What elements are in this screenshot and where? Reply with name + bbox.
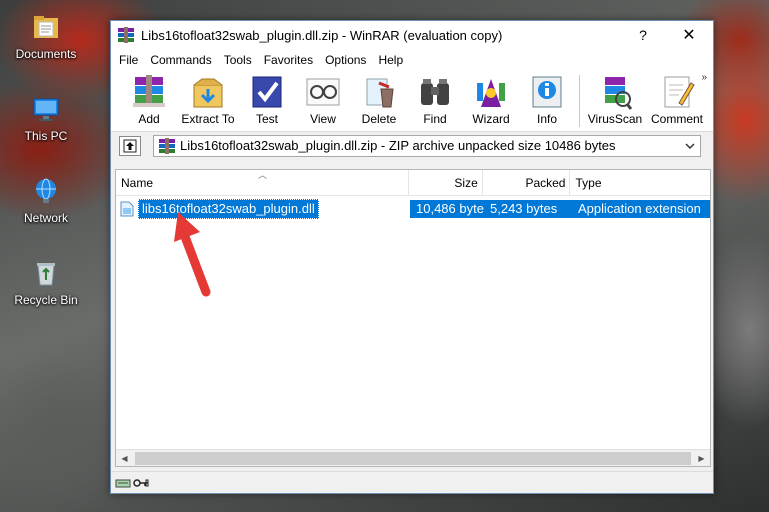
scroll-left-icon[interactable]: ◀: [116, 450, 133, 467]
toolbar: Add Extract To Test View Delete Find Wiz…: [111, 71, 713, 131]
archive-icon: [159, 137, 175, 154]
wizard-button[interactable]: Wizard: [463, 73, 519, 129]
tool-label: Info: [536, 112, 557, 126]
file-type: Application extension: [572, 200, 710, 218]
column-header-packed[interactable]: Packed: [483, 170, 571, 196]
column-headers: ︿ Name Size Packed Type: [116, 170, 710, 196]
add-button[interactable]: Add: [121, 73, 177, 129]
menu-options[interactable]: Options: [319, 49, 372, 71]
view-icon: [306, 78, 340, 106]
sort-ascending-icon: ︿: [258, 170, 268, 180]
drive-icon: [115, 479, 131, 487]
tool-label: Find: [423, 112, 447, 126]
file-name-cell: libs16tofloat32swab_plugin.dll: [120, 199, 410, 219]
comment-icon: [664, 76, 695, 108]
tool-label: View: [310, 112, 336, 126]
title-bar[interactable]: Libs16tofloat32swab_plugin.dll.zip - Win…: [111, 21, 713, 49]
tool-label: Extract To: [181, 112, 235, 126]
file-packed: 5,243 bytes: [484, 200, 572, 218]
column-header-size[interactable]: Size: [409, 170, 483, 196]
info-button[interactable]: Info: [519, 73, 575, 129]
extract-icon: [193, 78, 223, 108]
desktop-icon-label: Network: [23, 211, 68, 225]
scroll-right-icon[interactable]: ▶: [693, 450, 710, 467]
comment-button[interactable]: Comment: [646, 73, 708, 129]
info-icon: [532, 76, 562, 108]
desktop-icon-label: Documents: [15, 47, 77, 61]
key-icon: [133, 478, 149, 487]
archive-path-text: Libs16tofloat32swab_plugin.dll.zip - ZIP…: [180, 138, 616, 153]
red-arrow-annotation-icon: [174, 212, 211, 297]
recycle-bin-icon: [37, 263, 55, 286]
tool-label: Delete: [361, 112, 397, 126]
tool-label: Test: [255, 112, 278, 126]
view-button[interactable]: View: [295, 73, 351, 129]
find-icon: [421, 79, 449, 105]
up-folder-button[interactable]: [119, 135, 141, 156]
desktop-icon-documents[interactable]: Documents: [8, 6, 84, 78]
computer-icon: [33, 98, 59, 121]
tool-label: Add: [138, 112, 160, 126]
horizontal-scrollbar[interactable]: ◀ ▶: [116, 449, 710, 466]
tool-label: VirusScan: [587, 112, 643, 126]
menu-favorites[interactable]: Favorites: [258, 49, 319, 71]
column-header-type[interactable]: Type: [570, 170, 710, 196]
desktop-icon-recycle-bin[interactable]: Recycle Bin: [8, 252, 84, 324]
address-bar: Libs16tofloat32swab_plugin.dll.zip - ZIP…: [111, 131, 713, 159]
menu-file[interactable]: File: [113, 49, 144, 71]
column-size-label: Size: [454, 176, 478, 190]
status-bar: [111, 471, 713, 493]
wizard-icon: [477, 79, 505, 107]
delete-icon: [366, 78, 394, 108]
extract-to-button[interactable]: Extract To: [177, 73, 239, 129]
test-icon: [252, 76, 282, 108]
test-button[interactable]: Test: [239, 73, 295, 129]
virusscan-button[interactable]: VirusScan: [584, 73, 646, 129]
folder-documents-icon: [34, 16, 58, 38]
desktop-icon-this-pc[interactable]: This PC: [8, 88, 84, 160]
column-header-name[interactable]: ︿ Name: [116, 170, 409, 196]
tool-label: Comment: [650, 112, 703, 126]
add-icon: [133, 75, 165, 107]
winrar-app-icon: [118, 27, 134, 43]
menu-commands[interactable]: Commands: [144, 49, 217, 71]
column-packed-label: Packed: [525, 176, 566, 190]
file-size: 10,486 byte: [410, 200, 484, 218]
up-arrow-icon: [123, 139, 137, 152]
column-name-label: Name: [121, 176, 154, 190]
column-type-label: Type: [575, 176, 602, 190]
window-title: Libs16tofloat32swab_plugin.dll.zip - Win…: [141, 27, 503, 43]
tool-label: Wizard: [472, 112, 510, 126]
network-icon: [36, 178, 56, 203]
help-button[interactable]: ?: [621, 21, 665, 49]
scrollbar-thumb[interactable]: [135, 451, 691, 465]
desktop-icon-label: Recycle Bin: [14, 293, 78, 307]
file-name: libs16tofloat32swab_plugin.dll: [138, 199, 319, 219]
virusscan-icon: [605, 77, 633, 110]
delete-button[interactable]: Delete: [351, 73, 407, 129]
menu-tools[interactable]: Tools: [218, 49, 258, 71]
desktop-icon-label: This PC: [24, 129, 68, 143]
menu-bar: File Commands Tools Favorites Options He…: [111, 49, 713, 71]
dll-file-icon: [120, 201, 134, 217]
toolbar-overflow-button[interactable]: »: [701, 72, 707, 83]
toolbar-separator: [579, 75, 580, 127]
close-button[interactable]: ✕: [667, 21, 711, 49]
find-button[interactable]: Find: [407, 73, 463, 129]
chevron-down-icon[interactable]: [684, 139, 696, 153]
menu-help[interactable]: Help: [372, 49, 409, 71]
desktop-icon-network[interactable]: Network: [8, 170, 84, 242]
path-combobox[interactable]: Libs16tofloat32swab_plugin.dll.zip - ZIP…: [153, 134, 701, 157]
